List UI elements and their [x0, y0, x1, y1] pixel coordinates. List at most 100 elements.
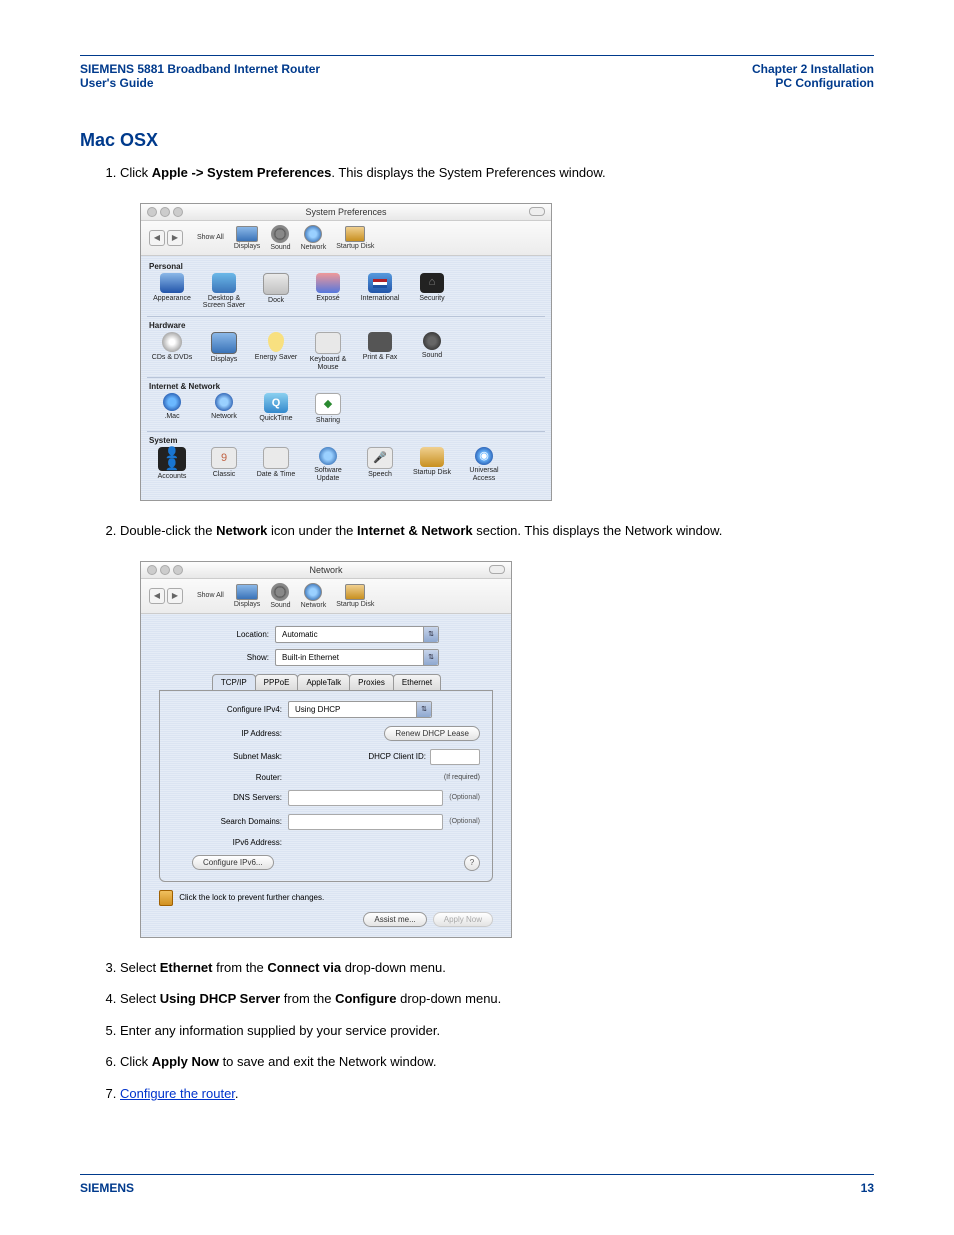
if-required-note: (If required)	[444, 774, 480, 781]
lock-text: Click the lock to prevent further change…	[179, 893, 324, 902]
ipv6-label: IPv6 Address:	[172, 838, 288, 847]
configure-select[interactable]: Using DHCP ⇅	[288, 701, 432, 718]
pref-quicktime[interactable]: QQuickTime	[251, 393, 301, 425]
pref-energy[interactable]: Energy Saver	[251, 332, 301, 371]
pref-displays[interactable]: Displays	[199, 332, 249, 371]
pref-software-update[interactable]: Software Update	[303, 447, 353, 482]
pref-accounts[interactable]: 👤👤Accounts	[147, 447, 197, 482]
section: PC Configuration	[752, 76, 874, 90]
bulb-icon	[268, 332, 284, 352]
security-icon: ⌂	[420, 273, 444, 293]
software-update-icon	[319, 447, 337, 465]
dotmac-icon	[163, 393, 181, 411]
network-icon	[304, 225, 322, 243]
step-4: Select Using DHCP Server from the Config…	[120, 989, 874, 1009]
tcpip-panel: Configure IPv4: Using DHCP ⇅ IP Address:…	[159, 691, 493, 882]
sharing-icon: ◆	[315, 393, 341, 415]
pref-startup-disk[interactable]: Startup Disk	[407, 447, 457, 482]
universal-access-icon: ◉	[475, 447, 493, 465]
show-all-button[interactable]: Show All	[197, 592, 224, 599]
pref-international[interactable]: International	[355, 273, 405, 310]
tab-appletalk[interactable]: AppleTalk	[297, 674, 350, 690]
show-all-button[interactable]: Show All	[197, 234, 224, 241]
toolbar-startup-button[interactable]: Startup Disk	[336, 584, 374, 608]
window-toolbar: ◀ ▶ Show All Displays Sound Network Star…	[141, 579, 511, 614]
tab-proxies[interactable]: Proxies	[349, 674, 394, 690]
forward-button[interactable]: ▶	[167, 230, 183, 246]
sound-icon	[271, 583, 289, 601]
doc-type: User's Guide	[80, 76, 320, 90]
subnet-label: Subnet Mask:	[172, 752, 288, 761]
toolbar-displays-button[interactable]: Displays	[234, 226, 260, 250]
search-domains-input[interactable]	[288, 814, 443, 830]
step-6: Click Apply Now to save and exit the Net…	[120, 1052, 874, 1072]
page-number: 13	[861, 1181, 874, 1195]
tab-pppoe[interactable]: PPPoE	[255, 674, 299, 690]
toolbar-toggle-icon[interactable]	[489, 565, 505, 574]
sound-icon	[271, 225, 289, 243]
system-preferences-window: System Preferences ◀ ▶ Show All Displays…	[140, 203, 552, 502]
pref-date-time[interactable]: Date & Time	[251, 447, 301, 482]
toolbar-startup-button[interactable]: Startup Disk	[336, 226, 374, 250]
pref-network[interactable]: Network	[199, 393, 249, 425]
forward-button[interactable]: ▶	[167, 588, 183, 604]
pref-universal-access[interactable]: ◉Universal Access	[459, 447, 509, 482]
steps-list-a: Click Apple -> System Preferences. This …	[120, 163, 874, 183]
toolbar-displays-button[interactable]: Displays	[234, 584, 260, 608]
pref-sharing[interactable]: ◆Sharing	[303, 393, 353, 425]
assist-me-button[interactable]: Assist me...	[363, 912, 426, 927]
back-button[interactable]: ◀	[149, 588, 165, 604]
pref-cds[interactable]: CDs & DVDs	[147, 332, 197, 371]
dns-input[interactable]	[288, 790, 443, 806]
step-2: Double-click the Network icon under the …	[120, 521, 874, 541]
pref-keyboard-mouse[interactable]: Keyboard & Mouse	[303, 332, 353, 371]
ip-label: IP Address:	[172, 729, 288, 738]
startup-disk-icon	[345, 226, 365, 242]
pref-speech[interactable]: 🎤Speech	[355, 447, 405, 482]
renew-dhcp-button[interactable]: Renew DHCP Lease	[384, 726, 480, 741]
section-title: Mac OSX	[80, 130, 874, 151]
back-button[interactable]: ◀	[149, 230, 165, 246]
tab-tcpip[interactable]: TCP/IP	[212, 674, 256, 690]
pref-classic[interactable]: 9Classic	[199, 447, 249, 482]
toolbar-toggle-icon[interactable]	[529, 207, 545, 216]
network-window: Network ◀ ▶ Show All Displays Sound Netw…	[140, 561, 512, 938]
expose-icon	[316, 273, 340, 293]
pref-print-fax[interactable]: Print & Fax	[355, 332, 405, 371]
quicktime-icon: Q	[264, 393, 288, 413]
globe-icon	[215, 393, 233, 411]
toolbar-network-button[interactable]: Network	[301, 225, 327, 251]
apply-now-button[interactable]: Apply Now	[433, 912, 493, 927]
window-title: Network	[141, 565, 511, 575]
configure-ipv6-button[interactable]: Configure IPv6...	[192, 855, 274, 870]
dropdown-arrows-icon: ⇅	[423, 627, 438, 642]
step-7: Configure the router.	[120, 1084, 874, 1104]
show-select[interactable]: Built-in Ethernet ⇅	[275, 649, 439, 666]
pref-desktop[interactable]: Desktop & Screen Saver	[199, 273, 249, 310]
window-titlebar: System Preferences	[141, 204, 551, 221]
tab-ethernet[interactable]: Ethernet	[393, 674, 441, 690]
pref-security[interactable]: ⌂Security	[407, 273, 457, 310]
location-select[interactable]: Automatic ⇅	[275, 626, 439, 643]
optional-note: (Optional)	[449, 818, 480, 825]
dropdown-arrows-icon: ⇅	[416, 702, 431, 717]
pref-dock[interactable]: Dock	[251, 273, 301, 310]
pref-appearance[interactable]: Appearance	[147, 273, 197, 310]
startup-disk-icon	[345, 584, 365, 600]
configure-router-link[interactable]: Configure the router	[120, 1086, 235, 1101]
window-toolbar: ◀ ▶ Show All Displays Sound Network Star…	[141, 221, 551, 256]
pref-dotmac[interactable]: .Mac	[147, 393, 197, 425]
category-hardware: Hardware	[149, 321, 545, 330]
dropdown-arrows-icon: ⇅	[423, 650, 438, 665]
accounts-icon: 👤👤	[158, 447, 186, 471]
client-id-input[interactable]	[430, 749, 480, 765]
pref-sound[interactable]: Sound	[407, 332, 457, 371]
network-tabs: TCP/IP PPPoE AppleTalk Proxies Ethernet	[159, 674, 493, 691]
help-button[interactable]: ?	[464, 855, 480, 871]
toolbar-network-button[interactable]: Network	[301, 583, 327, 609]
page-footer: SIEMENS 13	[80, 1174, 874, 1195]
pref-expose[interactable]: Exposé	[303, 273, 353, 310]
toolbar-sound-button[interactable]: Sound	[270, 583, 290, 609]
toolbar-sound-button[interactable]: Sound	[270, 225, 290, 251]
lock-icon[interactable]	[159, 890, 173, 906]
